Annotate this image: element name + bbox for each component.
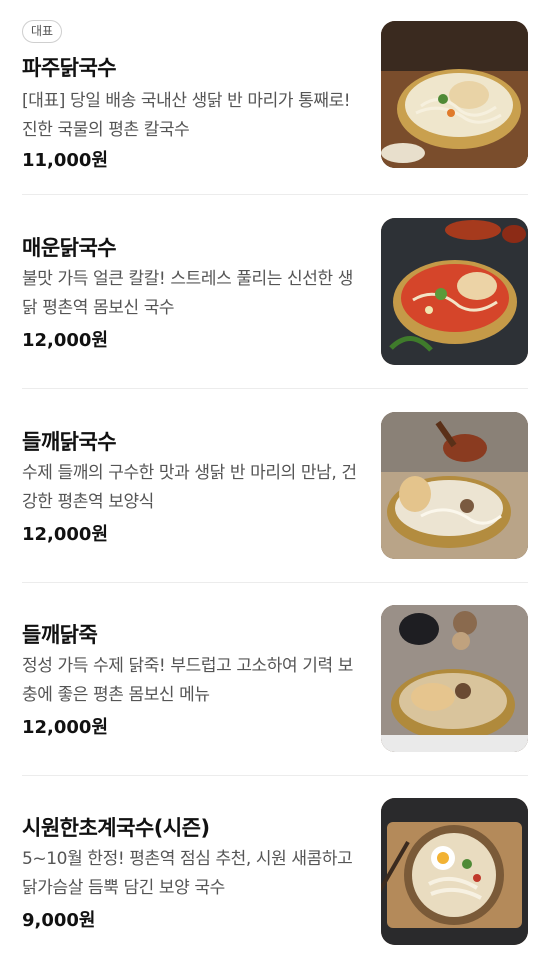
- perilla-chicken-noodle-photo-icon[interactable]: [381, 412, 528, 559]
- menu-item-price: 12,000원: [22, 717, 109, 738]
- menu-item-name: 시원한초계국수(시즌): [22, 816, 210, 840]
- spicy-chicken-noodle-photo-icon[interactable]: [381, 218, 528, 365]
- cold-chogye-noodle-photo-icon[interactable]: [381, 798, 528, 945]
- menu-item-deulkkaedakguksu[interactable]: 들깨닭국수 수제 들깨의 구수한 맛과 생닭 반 마리의 만남, 건강한 평촌역…: [22, 412, 528, 562]
- divider: [22, 388, 528, 389]
- menu-item-name: 들깨닭죽: [22, 623, 98, 647]
- divider: [22, 582, 528, 583]
- menu-item-name: 파주닭국수: [22, 56, 117, 80]
- perilla-chicken-porridge-photo-icon[interactable]: [381, 605, 528, 752]
- representative-badge: 대표: [22, 20, 63, 43]
- menu-item-siwonhanchogyeguksu[interactable]: 시원한초계국수(시즌) 5~10월 한정! 평촌역 점심 추천, 시원 새콤하고…: [22, 798, 528, 948]
- menu-item-deulkkaedakjuk[interactable]: 들깨닭죽 정성 가득 수제 닭죽! 부드럽고 고소하여 기력 보충에 좋은 평촌…: [22, 605, 528, 755]
- menu-item-name: 매운닭국수: [22, 236, 117, 260]
- menu-item-description: 5~10월 한정! 평촌역 점심 추천, 시원 새콤하고 닭가슴살 듬뿍 담긴 …: [22, 849, 353, 898]
- menu-item-price: 12,000원: [22, 330, 109, 351]
- menu-item-description: 불맛 가득 얼큰 칼칼! 스트레스 풀리는 신선한 생닭 평촌역 몸보신 국수: [22, 269, 354, 318]
- menu-item-description: [대표] 당일 배송 국내산 생닭 반 마리가 통째로! 진한 국물의 평촌 칼…: [22, 91, 351, 140]
- menu-item-maeundakguksu[interactable]: 매운닭국수 불맛 가득 얼큰 칼칼! 스트레스 풀리는 신선한 생닭 평촌역 몸…: [22, 218, 528, 368]
- menu-item-description: 수제 들깨의 구수한 맛과 생닭 반 마리의 만남, 건강한 평촌역 보양식: [22, 463, 357, 512]
- menu-item-name: 들깨닭국수: [22, 430, 117, 454]
- menu-item-price: 11,000원: [22, 150, 109, 171]
- divider: [22, 775, 528, 776]
- divider: [22, 194, 528, 195]
- menu-item-price: 12,000원: [22, 524, 109, 545]
- chicken-noodle-soup-photo-icon[interactable]: [381, 21, 528, 168]
- menu-item-pajudakguksu[interactable]: 대표 파주닭국수 [대표] 당일 배송 국내산 생닭 반 마리가 통째로! 진한…: [22, 20, 528, 171]
- menu-item-description: 정성 가득 수제 닭죽! 부드럽고 고소하여 기력 보충에 좋은 평촌 몸보신 …: [22, 656, 354, 705]
- menu-item-price: 9,000원: [22, 910, 96, 931]
